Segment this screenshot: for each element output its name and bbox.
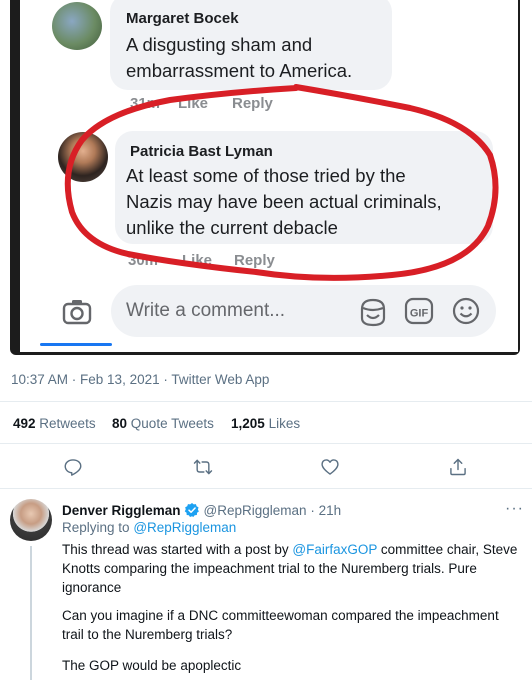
divider <box>0 443 532 444</box>
tweet-timestamp[interactable]: 10:37 AM · Feb 13, 2021 · Twitter Web Ap… <box>11 372 269 387</box>
divider <box>0 488 532 489</box>
divider <box>0 401 532 402</box>
reply-time[interactable]: · 21h <box>310 503 341 518</box>
likes-count: 1,205 <box>231 416 265 431</box>
reply-text-line: Can you imagine if a DNC committeewoman … <box>62 608 499 623</box>
reply-header: Denver Riggleman @RepRiggleman · 21h <box>62 502 341 518</box>
likes-label: Likes <box>268 416 301 431</box>
share-icon[interactable] <box>448 457 468 477</box>
tweet-detail-page: Margaret Bocek A disgusting sham and emb… <box>0 0 532 680</box>
more-options-icon[interactable]: ··· <box>505 500 524 518</box>
mention-link[interactable]: @FairfaxGOP <box>292 542 377 557</box>
embedded-screenshot[interactable]: Margaret Bocek A disgusting sham and emb… <box>10 0 520 355</box>
quotes-label: Quote Tweets <box>130 416 214 431</box>
likes-stat[interactable]: 1,205 Likes <box>231 416 300 431</box>
retweets-stat[interactable]: 492 Retweets <box>13 416 96 431</box>
retweets-label: Retweets <box>39 416 96 431</box>
red-annotation-circle <box>64 84 499 281</box>
quotes-count: 80 <box>112 416 128 431</box>
reply-text-line: This thread was started with a post by @… <box>62 540 517 559</box>
reply-text-segment: committee chair, Steve <box>380 542 518 557</box>
reply-text-segment: This thread was started with a post by <box>62 542 289 557</box>
reply-text-line: ignorance <box>62 580 122 595</box>
reply-text-line: Knotts comparing the impeachment trial t… <box>62 561 477 576</box>
thread-line <box>30 546 32 680</box>
reply-icon[interactable] <box>63 457 83 477</box>
author-name[interactable]: Denver Riggleman <box>62 503 181 518</box>
replying-to-handle-link[interactable]: @RepRiggleman <box>133 520 236 535</box>
avatar[interactable] <box>10 499 52 541</box>
reply-text-line: trail to the Nuremberg trials? <box>62 627 233 642</box>
retweet-icon[interactable] <box>193 457 213 477</box>
author-handle[interactable]: @RepRiggleman <box>204 503 307 518</box>
retweets-count: 492 <box>13 416 36 431</box>
quote-tweets-stat[interactable]: 80 Quote Tweets <box>112 416 214 431</box>
replying-to-prefix: Replying to <box>62 520 130 535</box>
like-icon[interactable] <box>320 457 340 477</box>
verified-badge-icon <box>184 503 199 517</box>
reply-text-line: The GOP would be apoplectic <box>62 658 242 673</box>
facebook-comments-screenshot: Margaret Bocek A disgusting sham and emb… <box>20 0 518 352</box>
replying-to: Replying to @RepRiggleman <box>62 520 236 535</box>
